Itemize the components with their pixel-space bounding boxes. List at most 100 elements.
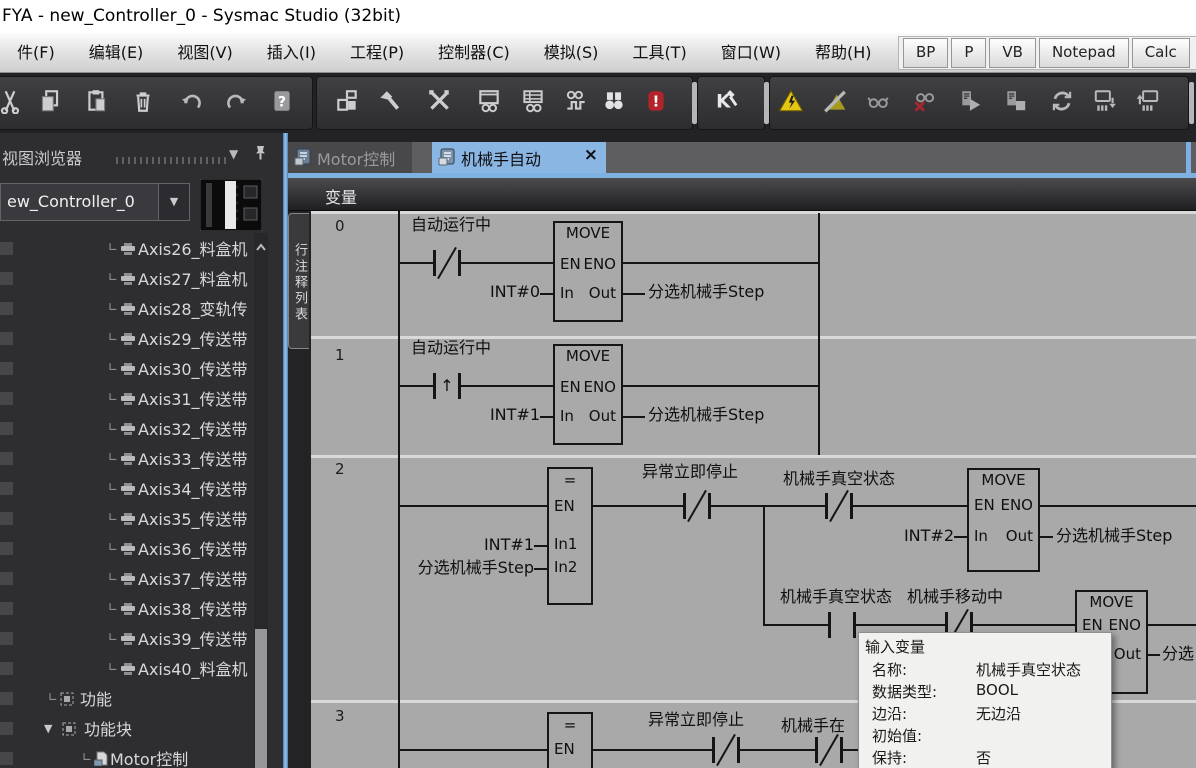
nc-contact[interactable] (433, 250, 461, 276)
tree-item-axis27[interactable]: ∟Axis27_料盒机 (0, 263, 254, 293)
tree-item-axis29[interactable]: ∟Axis29_传送带 (0, 323, 254, 353)
operand-value[interactable]: 分选 (1162, 644, 1194, 664)
nc-contact[interactable] (825, 493, 853, 519)
rung-number[interactable]: 1 (335, 346, 345, 364)
nc-contact[interactable] (815, 737, 843, 763)
watch-window-icon[interactable] (476, 88, 502, 114)
operand-value[interactable]: INT#1 (451, 405, 540, 425)
synchronize-icon[interactable] (1049, 88, 1075, 114)
equals-block[interactable]: = EN In1 In2 (547, 467, 593, 605)
menu-insert[interactable]: 插入(I) (250, 33, 333, 72)
close-icon[interactable]: × (584, 145, 598, 165)
menu-tools[interactable]: 工具(T) (615, 33, 703, 72)
program-mode-icon[interactable] (1003, 88, 1029, 114)
toolbar-grip[interactable] (764, 82, 769, 124)
paste-icon[interactable] (84, 88, 110, 114)
menu-controller[interactable]: 控制器(C) (421, 33, 527, 72)
tree-item-axis37[interactable]: ∟Axis37_传送带 (0, 563, 254, 593)
menu-project[interactable]: 工程(P) (333, 33, 421, 72)
variables-bar[interactable]: 变量 (288, 178, 1196, 211)
rebuild-icon[interactable] (426, 88, 452, 114)
rung-number[interactable]: 3 (335, 707, 345, 725)
help-icon[interactable]: ? (269, 88, 295, 114)
transfer-from-controller-icon[interactable] (1135, 88, 1161, 114)
copy-icon[interactable] (37, 88, 63, 114)
nc-contact[interactable] (712, 737, 740, 763)
tree-item-axis39[interactable]: ∟Axis39_传送带 (0, 623, 254, 653)
warning-disable-icon[interactable] (822, 88, 848, 114)
operand-value[interactable]: INT#2 (871, 526, 954, 546)
menu-window[interactable]: 窗口(W) (704, 33, 798, 72)
warning-enable-icon[interactable] (778, 88, 804, 114)
operand-value[interactable]: 分选机械手Step (648, 405, 764, 425)
build-icon[interactable] (376, 88, 402, 114)
equals-block[interactable]: = EN (547, 712, 593, 768)
move-block[interactable]: MOVE EN ENO In Out (553, 221, 623, 322)
cut-icon[interactable] (0, 88, 23, 114)
operand-value[interactable]: INT#0 (451, 282, 540, 302)
tree-item-axis33[interactable]: ∟Axis33_传送带 (0, 443, 254, 473)
tree-item-function-blocks[interactable]: ▼功能块 (0, 713, 254, 743)
tree-item-axis34[interactable]: ∟Axis34_传送带 (0, 473, 254, 503)
operand-value[interactable]: 分选机械手Step (1056, 526, 1172, 546)
pin-icon[interactable] (251, 144, 269, 166)
tab-robot-auto[interactable]: 机械手自动 × (432, 142, 606, 173)
move-block[interactable]: MOVE EN ENO In Out (553, 344, 623, 445)
chevron-down-icon[interactable]: ▼ (158, 184, 189, 220)
delete-icon[interactable] (130, 88, 156, 114)
panel-dropdown-icon[interactable]: ▼ (229, 147, 238, 161)
quick-btn-notepad[interactable]: Notepad (1039, 38, 1129, 68)
contact-label[interactable]: 机械手移动中 (907, 587, 1003, 607)
tree-item-axis40[interactable]: ∟Axis40_料盒机 (0, 653, 254, 683)
controller-selector[interactable]: ew_Controller_0 ▼ (0, 183, 190, 221)
scrollbar-thumb[interactable] (255, 629, 267, 768)
run-mode-icon[interactable] (958, 88, 984, 114)
tab-motor-control[interactable]: Motor控制 (288, 142, 412, 173)
quick-btn-vb[interactable]: VB (989, 38, 1036, 68)
menu-file[interactable]: 件(F) (0, 33, 72, 72)
error-list-icon[interactable]: ! (643, 88, 669, 114)
toolbar-grip[interactable] (692, 82, 697, 124)
tree-item-functions[interactable]: ∟功能 (0, 683, 254, 713)
expand-arrow-icon[interactable]: ▼ (44, 722, 52, 735)
contact-label[interactable]: 机械手真空状态 (783, 469, 895, 489)
quick-btn-p[interactable]: P (951, 38, 986, 68)
tree-item-axis26[interactable]: ∟Axis26_料盒机 (0, 233, 254, 263)
data-trace-icon[interactable] (563, 88, 589, 114)
tree-item-axis31[interactable]: ∟Axis31_传送带 (0, 383, 254, 413)
operand-value[interactable]: 分选机械手Step (648, 282, 764, 302)
monitor-icon[interactable] (865, 88, 891, 114)
tree-item-axis28[interactable]: ∟Axis28_变轨传 (0, 293, 254, 323)
move-block[interactable]: MOVE EN ENO In Out (967, 468, 1040, 572)
undo-icon[interactable] (179, 88, 205, 114)
window-layout-icon[interactable] (334, 88, 360, 114)
operand-value[interactable]: 分选机械手Step (381, 558, 534, 578)
watch-table-icon[interactable] (520, 88, 546, 114)
tree-item-axis36[interactable]: ∟Axis36_传送带 (0, 533, 254, 563)
contact-label[interactable]: 自动运行中 (411, 338, 491, 358)
rung-number[interactable]: 2 (335, 460, 345, 478)
search-icon[interactable] (601, 88, 627, 114)
no-contact[interactable] (828, 612, 856, 638)
quick-btn-bp[interactable]: BP (903, 38, 948, 68)
menu-edit[interactable]: 编辑(E) (72, 33, 161, 72)
contact-label[interactable]: 机械手在 (781, 716, 845, 736)
contact-label[interactable]: 异常立即停止 (642, 462, 738, 482)
transfer-to-controller-icon[interactable] (1092, 88, 1118, 114)
toolbar-grip[interactable] (1189, 82, 1194, 124)
contact-label[interactable]: 自动运行中 (411, 215, 491, 235)
contact-label[interactable]: 机械手真空状态 (780, 587, 892, 607)
tab-rung-comment-list[interactable]: 行注释列表 (288, 213, 309, 349)
menu-view[interactable]: 视图(V) (160, 33, 249, 72)
tree-item-axis38[interactable]: ∟Axis38_传送带 (0, 593, 254, 623)
tree-scrollbar[interactable] (254, 233, 268, 768)
menu-help[interactable]: 帮助(H) (798, 33, 889, 72)
rung-number[interactable]: 0 (335, 217, 345, 235)
menu-simulation[interactable]: 模拟(S) (527, 33, 616, 72)
operand-value[interactable]: INT#1 (431, 535, 534, 555)
troubleshoot-icon[interactable]: K (714, 88, 740, 114)
monitor-stop-icon[interactable] (911, 88, 937, 114)
quick-btn-calc[interactable]: Calc (1132, 38, 1190, 68)
tree-item-axis30[interactable]: ∟Axis30_传送带 (0, 353, 254, 383)
tree-item-motor-control[interactable]: ∟Motor控制 (0, 743, 254, 768)
